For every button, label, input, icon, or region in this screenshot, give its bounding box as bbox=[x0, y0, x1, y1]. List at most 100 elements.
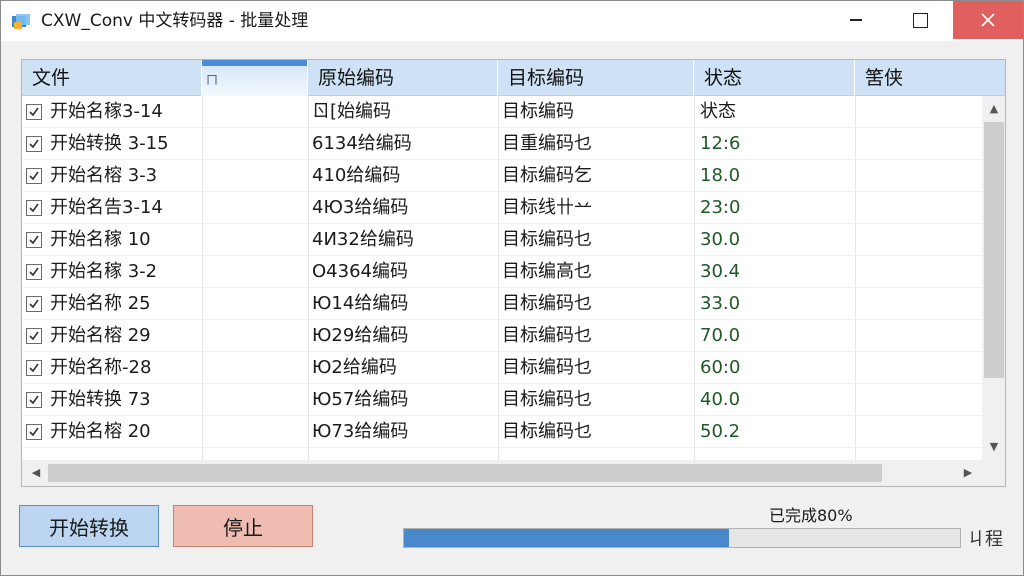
cell-source-encoding: 410给编码 bbox=[312, 165, 401, 186]
table-row[interactable]: 开始名称 25 Ю14给编码 目标编码乜 33.0 bbox=[22, 288, 982, 320]
stop-button[interactable]: 停止 bbox=[173, 505, 313, 547]
column-header-status[interactable]: 状态 bbox=[694, 60, 855, 96]
row-checkbox[interactable] bbox=[26, 360, 42, 376]
table-row[interactable]: 开始名稼3-14 ㄖ[始编码 目标编码 状态 bbox=[22, 96, 982, 128]
checkmark-icon bbox=[29, 171, 39, 181]
checkmark-icon bbox=[29, 267, 39, 277]
column-header-extra[interactable]: 筈侠 bbox=[855, 60, 1005, 96]
progress-label: 已完成80% bbox=[769, 506, 853, 525]
cell-target-encoding: 目标线卄䒑 bbox=[502, 197, 592, 218]
table-row[interactable]: 开始名稼 10 4И32给编码 目标编码乜 30.0 bbox=[22, 224, 982, 256]
checkmark-icon bbox=[29, 395, 39, 405]
row-checkbox[interactable] bbox=[26, 392, 42, 408]
table-row[interactable]: 开始名称-28 Ю2给编码 目标编码乜 60:0 bbox=[22, 352, 982, 384]
title-bar: CXW_Conv 中文转码器 - 批量处理 bbox=[1, 1, 1023, 41]
checkmark-icon bbox=[29, 299, 39, 309]
row-checkbox[interactable] bbox=[26, 264, 42, 280]
cell-target-encoding: 目标编码乜 bbox=[502, 421, 592, 442]
column-header-target-encoding[interactable]: 目标编码 bbox=[498, 60, 694, 96]
cell-source-encoding: Ю57给编码 bbox=[312, 389, 409, 410]
cell-status: 18.0 bbox=[700, 165, 741, 186]
cell-status: 12:6 bbox=[700, 133, 741, 154]
scroll-up-icon[interactable]: ▲ bbox=[982, 102, 1005, 115]
table-row[interactable]: 开始名榕 29 Ю29给编码 目标编码乜 70.0 bbox=[22, 320, 982, 352]
column-header-source-encoding[interactable]: 原始编码 bbox=[308, 60, 498, 96]
cell-file: 开始名告3-14 bbox=[50, 197, 163, 218]
cell-status: 30.0 bbox=[700, 229, 741, 250]
progress-caption: ㄐ程 bbox=[967, 529, 1003, 550]
app-window: CXW_Conv 中文转码器 - 批量处理 文件 ㄇ 原始编码 目标编码 状态 … bbox=[0, 0, 1024, 576]
checkmark-icon bbox=[29, 107, 39, 117]
table-row[interactable]: 开始名告3-14 4Ю3给编码 目标线卄䒑 23:0 bbox=[22, 192, 982, 224]
progress-fill bbox=[404, 529, 730, 547]
cell-source-encoding: Ю14给编码 bbox=[312, 293, 409, 314]
table-row[interactable]: 开始转换 3-15 6134给编码 目重编码乜 12:6 bbox=[22, 128, 982, 160]
vertical-scrollbar[interactable]: ▲ ▼ bbox=[982, 96, 1005, 460]
cell-source-encoding: Ю29给编码 bbox=[312, 325, 409, 346]
row-checkbox[interactable] bbox=[26, 296, 42, 312]
progress-bar bbox=[403, 528, 961, 548]
row-checkbox[interactable] bbox=[26, 136, 42, 152]
cell-file: 开始名榕 3-3 bbox=[50, 165, 158, 186]
cell-target-encoding: 目标编码乞 bbox=[502, 165, 592, 186]
cell-source-encoding: 6134给编码 bbox=[312, 133, 412, 154]
cell-source-encoding: 4И32给编码 bbox=[312, 229, 414, 250]
checkmark-icon bbox=[29, 427, 39, 437]
cell-status: 70.0 bbox=[700, 325, 741, 346]
minimize-button[interactable] bbox=[821, 1, 891, 39]
minimize-icon bbox=[850, 19, 862, 21]
cell-status: 33.0 bbox=[700, 293, 741, 314]
list-header: 文件 ㄇ 原始编码 目标编码 状态 筈侠 bbox=[22, 60, 1005, 96]
checkmark-icon bbox=[29, 331, 39, 341]
cell-file: 开始名稼 10 bbox=[50, 229, 151, 250]
start-convert-button[interactable]: 开始转换 bbox=[19, 505, 159, 547]
file-list-view[interactable]: 文件 ㄇ 原始编码 目标编码 状态 筈侠 开始名稼3-14 ㄖ[始编码 目标编码 状态… bbox=[21, 59, 1006, 487]
row-checkbox[interactable] bbox=[26, 104, 42, 120]
checkmark-icon bbox=[29, 235, 39, 245]
cell-source-encoding: Ю2给编码 bbox=[312, 357, 397, 378]
row-checkbox[interactable] bbox=[26, 200, 42, 216]
cell-file: 开始转换 73 bbox=[50, 389, 151, 410]
cell-target-encoding: 目标编码乜 bbox=[502, 325, 592, 346]
scroll-down-icon[interactable]: ▼ bbox=[982, 440, 1005, 453]
row-checkbox[interactable] bbox=[26, 168, 42, 184]
cell-file: 开始名稼 3-2 bbox=[50, 261, 158, 282]
cell-status: 40.0 bbox=[700, 389, 741, 410]
cell-target-encoding: 目重编码乜 bbox=[502, 133, 592, 154]
row-checkbox[interactable] bbox=[26, 232, 42, 248]
cell-target-encoding: 目标编码 bbox=[502, 101, 574, 122]
cell-file: 开始名称 25 bbox=[50, 293, 151, 314]
table-row[interactable]: 开始名榕 3-3 410给编码 目标编码乞 18.0 bbox=[22, 160, 982, 192]
app-icon bbox=[11, 13, 31, 31]
column-header-sorted[interactable]: ㄇ bbox=[202, 60, 308, 96]
cell-status: 23:0 bbox=[700, 197, 741, 218]
checkmark-icon bbox=[29, 139, 39, 149]
horizontal-scroll-thumb[interactable] bbox=[48, 464, 882, 482]
column-header-file[interactable]: 文件 bbox=[22, 60, 202, 96]
cell-target-encoding: 目标编码乜 bbox=[502, 357, 592, 378]
cell-file: 开始名榕 20 bbox=[50, 421, 151, 442]
cell-status: 状态 bbox=[700, 101, 736, 122]
cell-file: 开始转换 3-15 bbox=[50, 133, 169, 154]
cell-status: 60:0 bbox=[700, 357, 741, 378]
maximize-icon bbox=[912, 12, 928, 28]
cell-status: 30.4 bbox=[700, 261, 741, 282]
row-checkbox[interactable] bbox=[26, 424, 42, 440]
close-icon bbox=[981, 13, 995, 27]
cell-file: 开始名稼3-14 bbox=[50, 101, 163, 122]
table-row[interactable]: 开始名稼 3-2 О4364编码 目标编高乜 30.4 bbox=[22, 256, 982, 288]
scroll-left-icon[interactable]: ◀ bbox=[24, 466, 48, 479]
scroll-right-icon[interactable]: ▶ bbox=[956, 466, 980, 479]
cell-source-encoding: Ю73给编码 bbox=[312, 421, 409, 442]
row-checkbox[interactable] bbox=[26, 328, 42, 344]
window-title: CXW_Conv 中文转码器 - 批量处理 bbox=[41, 11, 309, 31]
cell-target-encoding: 目标编码乜 bbox=[502, 229, 592, 250]
cell-target-encoding: 目标编高乜 bbox=[502, 261, 592, 282]
table-row[interactable]: 开始转换 73 Ю57给编码 目标编码乜 40.0 bbox=[22, 384, 982, 416]
cell-source-encoding: 4Ю3给编码 bbox=[312, 197, 409, 218]
table-row[interactable]: 开始名榕 20 Ю73给编码 目标编码乜 50.2 bbox=[22, 416, 982, 448]
horizontal-scrollbar[interactable]: ◀ ▶ bbox=[22, 460, 1005, 486]
close-button[interactable] bbox=[953, 1, 1023, 39]
maximize-button[interactable] bbox=[885, 1, 955, 39]
vertical-scroll-thumb[interactable] bbox=[984, 122, 1004, 378]
